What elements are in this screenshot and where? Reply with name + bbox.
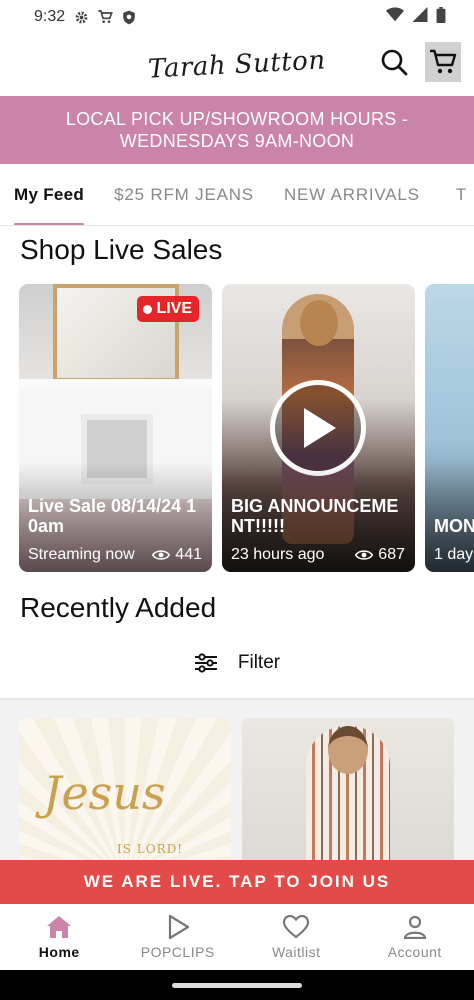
status-bar: 9:32 — [0, 0, 474, 34]
live-badge: LIVE — [137, 296, 199, 322]
search-button[interactable] — [378, 46, 410, 78]
eye-icon — [355, 550, 374, 560]
bottom-nav: Home POPCLIPS Waitlist Account — [0, 904, 474, 970]
tile-graphic-text: Jesus — [43, 766, 166, 820]
card-model-head — [300, 300, 338, 346]
card-meta: 1 day — [434, 546, 474, 564]
product-grid: Jesus IS LORD! — [0, 700, 474, 878]
join-live-text: WE ARE LIVE. TAP TO JOIN US — [83, 872, 391, 891]
filter-button[interactable]: Filter — [0, 640, 474, 686]
product-tile[interactable]: Jesus IS LORD! — [19, 718, 231, 878]
product-tile[interactable] — [242, 718, 454, 878]
cart-icon — [430, 49, 457, 74]
nav-home[interactable]: Home — [0, 904, 119, 970]
card-view-count: 687 — [378, 546, 405, 563]
filter-label: Filter — [237, 652, 281, 673]
recently-added-title: Recently Added — [20, 592, 217, 623]
cell-signal-icon — [412, 7, 428, 27]
card-status: 23 hours ago — [231, 546, 325, 563]
nav-account-label: Account — [387, 944, 442, 960]
card-view-count: 441 — [175, 546, 202, 563]
brand-logo[interactable]: Tarah Sutton — [148, 45, 327, 84]
home-icon — [45, 914, 73, 940]
card-meta: 23 hours ago 687 — [231, 546, 405, 564]
video-card[interactable]: BIG ANNOUNCEMENT!!!!! 23 hours ago 687 — [222, 284, 415, 572]
product-model-head — [328, 726, 368, 774]
nav-account[interactable]: Account — [356, 904, 474, 970]
play-icon — [164, 914, 192, 940]
join-live-bar[interactable]: WE ARE LIVE. TAP TO JOIN US — [0, 860, 474, 904]
shopping-cart-status-icon — [97, 9, 114, 25]
announcement-banner[interactable]: LOCAL PICK UP/SHOWROOM HOURS - WEDNESDAY… — [0, 96, 474, 164]
nav-home-label: Home — [38, 944, 80, 960]
status-right — [386, 6, 446, 28]
category-tabs: My Feed $25 RFM JEANS NEW ARRIVALS T — [0, 164, 474, 226]
status-time: 9:32 — [34, 8, 66, 25]
card-status: Streaming now — [28, 546, 135, 563]
card-meta: Streaming now 441 — [28, 546, 202, 564]
eye-icon — [152, 550, 171, 560]
nav-popclips-label: POPCLIPS — [140, 944, 215, 960]
card-title: Live Sale 08/14/24 10am — [28, 496, 197, 536]
search-icon — [381, 49, 408, 76]
filter-sliders-icon — [194, 653, 217, 673]
card-views: 687 — [355, 546, 405, 564]
tab-partial[interactable]: T — [434, 164, 474, 225]
nav-waitlist-label: Waitlist — [271, 944, 321, 960]
video-card-partial[interactable]: MON FUN 1 day — [425, 284, 474, 572]
home-gesture-handle[interactable] — [172, 982, 302, 988]
nav-waitlist[interactable]: Waitlist — [237, 904, 356, 970]
live-sales-carousel[interactable]: LIVE Live Sale 08/14/24 10am Streaming n… — [19, 284, 474, 574]
card-title: BIG ANNOUNCEMENT!!!!! — [231, 496, 399, 536]
banner-text: LOCAL PICK UP/SHOWROOM HOURS - WEDNESDAY… — [65, 109, 409, 151]
person-icon — [401, 914, 429, 940]
card-title: MON FUN — [434, 516, 474, 536]
wifi-icon — [386, 7, 404, 27]
tile-graphic-subtext: IS LORD! — [117, 842, 184, 856]
tab-my-feed[interactable]: My Feed — [0, 164, 98, 225]
live-dot-icon — [143, 304, 153, 314]
system-nav-bar — [0, 970, 474, 1000]
shield-icon — [121, 9, 137, 25]
card-status: 1 day — [434, 546, 474, 563]
card-views: 441 — [152, 546, 202, 564]
live-badge-label: LIVE — [156, 300, 192, 317]
battery-icon — [436, 6, 446, 28]
app-header: Tarah Sutton — [0, 34, 474, 96]
tab-rfm-jeans[interactable]: $25 RFM JEANS — [98, 164, 268, 225]
tab-new-arrivals[interactable]: NEW ARRIVALS — [268, 164, 434, 225]
heart-icon — [282, 914, 310, 940]
live-sale-card[interactable]: LIVE Live Sale 08/14/24 10am Streaming n… — [19, 284, 212, 572]
status-left: 9:32 — [34, 8, 137, 26]
settings-gear-icon — [73, 9, 89, 25]
cart-button[interactable] — [425, 42, 461, 82]
play-icon — [304, 408, 336, 448]
live-sales-title: Shop Live Sales — [20, 234, 223, 265]
nav-popclips[interactable]: POPCLIPS — [119, 904, 238, 970]
